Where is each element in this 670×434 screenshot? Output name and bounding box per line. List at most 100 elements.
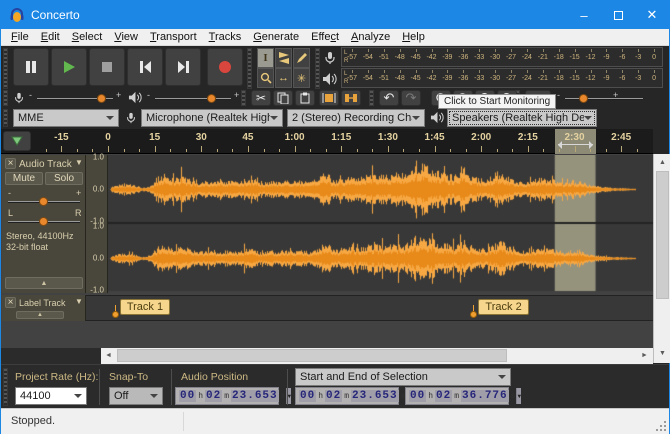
- trim-audio-button[interactable]: [319, 90, 339, 106]
- edit-grabber[interactable]: [241, 90, 246, 106]
- solo-button[interactable]: Solo: [45, 172, 83, 185]
- transport-grabber[interactable]: [3, 48, 8, 89]
- snap-to-select[interactable]: Off: [109, 387, 163, 405]
- label-track-close-button[interactable]: ×: [5, 297, 16, 308]
- menu-view[interactable]: View: [108, 30, 144, 44]
- maximize-button[interactable]: [601, 1, 635, 29]
- minimize-button[interactable]: –: [567, 1, 601, 29]
- menu-file[interactable]: File: [5, 30, 35, 44]
- meter-grabber[interactable]: [315, 48, 320, 89]
- horizontal-scrollbar[interactable]: ◄ ►: [101, 348, 653, 364]
- playback-volume-thumb[interactable]: [207, 94, 216, 103]
- time-format-dropdown-icon[interactable]: ▼: [516, 388, 521, 404]
- zoom-tool-button[interactable]: [257, 68, 274, 88]
- pause-button[interactable]: [13, 48, 49, 86]
- silence-audio-button[interactable]: [341, 90, 361, 106]
- selection-toolbar-grabber[interactable]: [3, 368, 8, 406]
- label-flag-icon[interactable]: [470, 311, 477, 318]
- time-digits[interactable]: 36.776: [461, 390, 509, 402]
- menu-effect[interactable]: Effect: [305, 30, 345, 44]
- audio-track-collapse-button[interactable]: ▲: [5, 277, 83, 289]
- multi-tool-button[interactable]: ✳: [293, 68, 310, 88]
- play-speed-thumb[interactable]: [579, 94, 588, 103]
- skip-to-start-button[interactable]: [127, 48, 163, 86]
- label-track-collapse-button[interactable]: ▲: [16, 311, 64, 319]
- selection-tool-button[interactable]: I: [257, 48, 274, 68]
- label-track-menu-icon[interactable]: ▼: [75, 297, 83, 306]
- undo-button[interactable]: ↶: [379, 90, 399, 106]
- redo-button[interactable]: ↷: [401, 90, 421, 106]
- audio-position-field[interactable]: 00h02m23.653s▼: [175, 387, 279, 405]
- time-digits[interactable]: 23.653: [231, 390, 279, 402]
- mixer-grabber[interactable]: [3, 90, 8, 106]
- waveform-display[interactable]: [108, 155, 653, 293]
- label-flag-icon[interactable]: [112, 311, 119, 318]
- audio-host-select[interactable]: MME: [13, 109, 119, 127]
- envelope-tool-button[interactable]: [275, 48, 292, 68]
- input-channels-select[interactable]: 2 (Stereo) Recording Channels: [287, 109, 425, 127]
- time-digits[interactable]: 00: [299, 390, 316, 402]
- recording-meter[interactable]: LR-57-54-51-48-45-42-39-36-33-30-27-24-2…: [341, 47, 663, 67]
- time-digits[interactable]: 00: [179, 390, 196, 402]
- skip-to-end-button[interactable]: [165, 48, 201, 86]
- pinned-play-head-button[interactable]: [3, 131, 31, 151]
- timeline-ruler[interactable]: -1501530451:001:151:301:452:002:152:302:…: [1, 129, 653, 154]
- record-button[interactable]: [207, 48, 243, 86]
- record-meter-mic-icon[interactable]: [323, 51, 337, 65]
- play-button[interactable]: [51, 48, 87, 86]
- scroll-down-button[interactable]: ▼: [656, 346, 669, 360]
- stop-button[interactable]: [89, 48, 125, 86]
- title-bar[interactable]: Concerto – ✕: [1, 1, 669, 29]
- horizontal-scroll-thumb[interactable]: [117, 349, 507, 362]
- scroll-up-button[interactable]: ▲: [656, 156, 669, 169]
- vertical-scrollbar[interactable]: ▲ ▼: [653, 154, 670, 363]
- label-track-area[interactable]: Track 1 Track 2: [86, 295, 653, 321]
- cut-button[interactable]: ✂: [251, 90, 271, 106]
- tools-grabber[interactable]: [247, 48, 252, 89]
- gain-thumb[interactable]: [39, 197, 48, 206]
- selection-mode-select[interactable]: Start and End of Selection: [295, 368, 511, 386]
- label-box[interactable]: Track 2: [478, 299, 528, 315]
- copy-button[interactable]: [273, 90, 293, 106]
- vertical-scroll-thumb[interactable]: [656, 171, 669, 299]
- scroll-left-button[interactable]: ◄: [102, 349, 115, 362]
- selection-end-field[interactable]: 00h02m36.776s▼: [405, 387, 509, 405]
- time-digits[interactable]: 02: [435, 390, 452, 402]
- meter-tick: [400, 49, 401, 52]
- draw-tool-button[interactable]: [293, 48, 310, 68]
- paste-button[interactable]: [295, 90, 315, 106]
- device-grabber[interactable]: [3, 109, 8, 127]
- pan-thumb[interactable]: [39, 217, 48, 226]
- input-device-select[interactable]: Microphone (Realtek High Defini: [141, 109, 283, 127]
- playback-volume-slider[interactable]: [155, 98, 231, 100]
- menu-analyze[interactable]: Analyze: [345, 30, 396, 44]
- trim-audio-icon: [322, 92, 336, 104]
- time-digits[interactable]: 02: [325, 390, 342, 402]
- timeshift-tool-button[interactable]: ↔: [275, 68, 292, 88]
- scroll-right-button[interactable]: ►: [638, 349, 651, 362]
- undo-grabber[interactable]: [369, 90, 374, 106]
- time-digits[interactable]: 23.653: [351, 390, 399, 402]
- menu-edit[interactable]: Edit: [35, 30, 66, 44]
- speed-min-label: -: [557, 90, 560, 100]
- menu-help[interactable]: Help: [396, 30, 431, 44]
- menu-transport[interactable]: Transport: [144, 30, 203, 44]
- menu-tracks[interactable]: Tracks: [203, 30, 248, 44]
- mute-button[interactable]: Mute: [5, 172, 43, 185]
- project-rate-select[interactable]: 44100: [15, 387, 87, 405]
- time-digits[interactable]: 02: [205, 390, 222, 402]
- audio-track-close-button[interactable]: ×: [5, 158, 16, 169]
- output-device-select[interactable]: Speakers (Realtek High Definiti: [447, 109, 597, 127]
- label-box[interactable]: Track 1: [120, 299, 170, 315]
- menu-select[interactable]: Select: [66, 30, 109, 44]
- selection-start-field[interactable]: 00h02m23.653s▼: [295, 387, 399, 405]
- menu-generate[interactable]: Generate: [247, 30, 305, 44]
- recording-volume-thumb[interactable]: [97, 94, 106, 103]
- audio-track-menu-icon[interactable]: ▼: [75, 158, 83, 167]
- meter-tick: [416, 70, 417, 73]
- play-speed-slider[interactable]: [565, 98, 643, 100]
- playback-meter[interactable]: LR-57-54-51-48-45-42-39-36-33-30-27-24-2…: [341, 68, 663, 88]
- playback-meter-speaker-icon[interactable]: [322, 72, 337, 86]
- time-digits[interactable]: 00: [409, 390, 426, 402]
- close-button[interactable]: ✕: [635, 1, 669, 29]
